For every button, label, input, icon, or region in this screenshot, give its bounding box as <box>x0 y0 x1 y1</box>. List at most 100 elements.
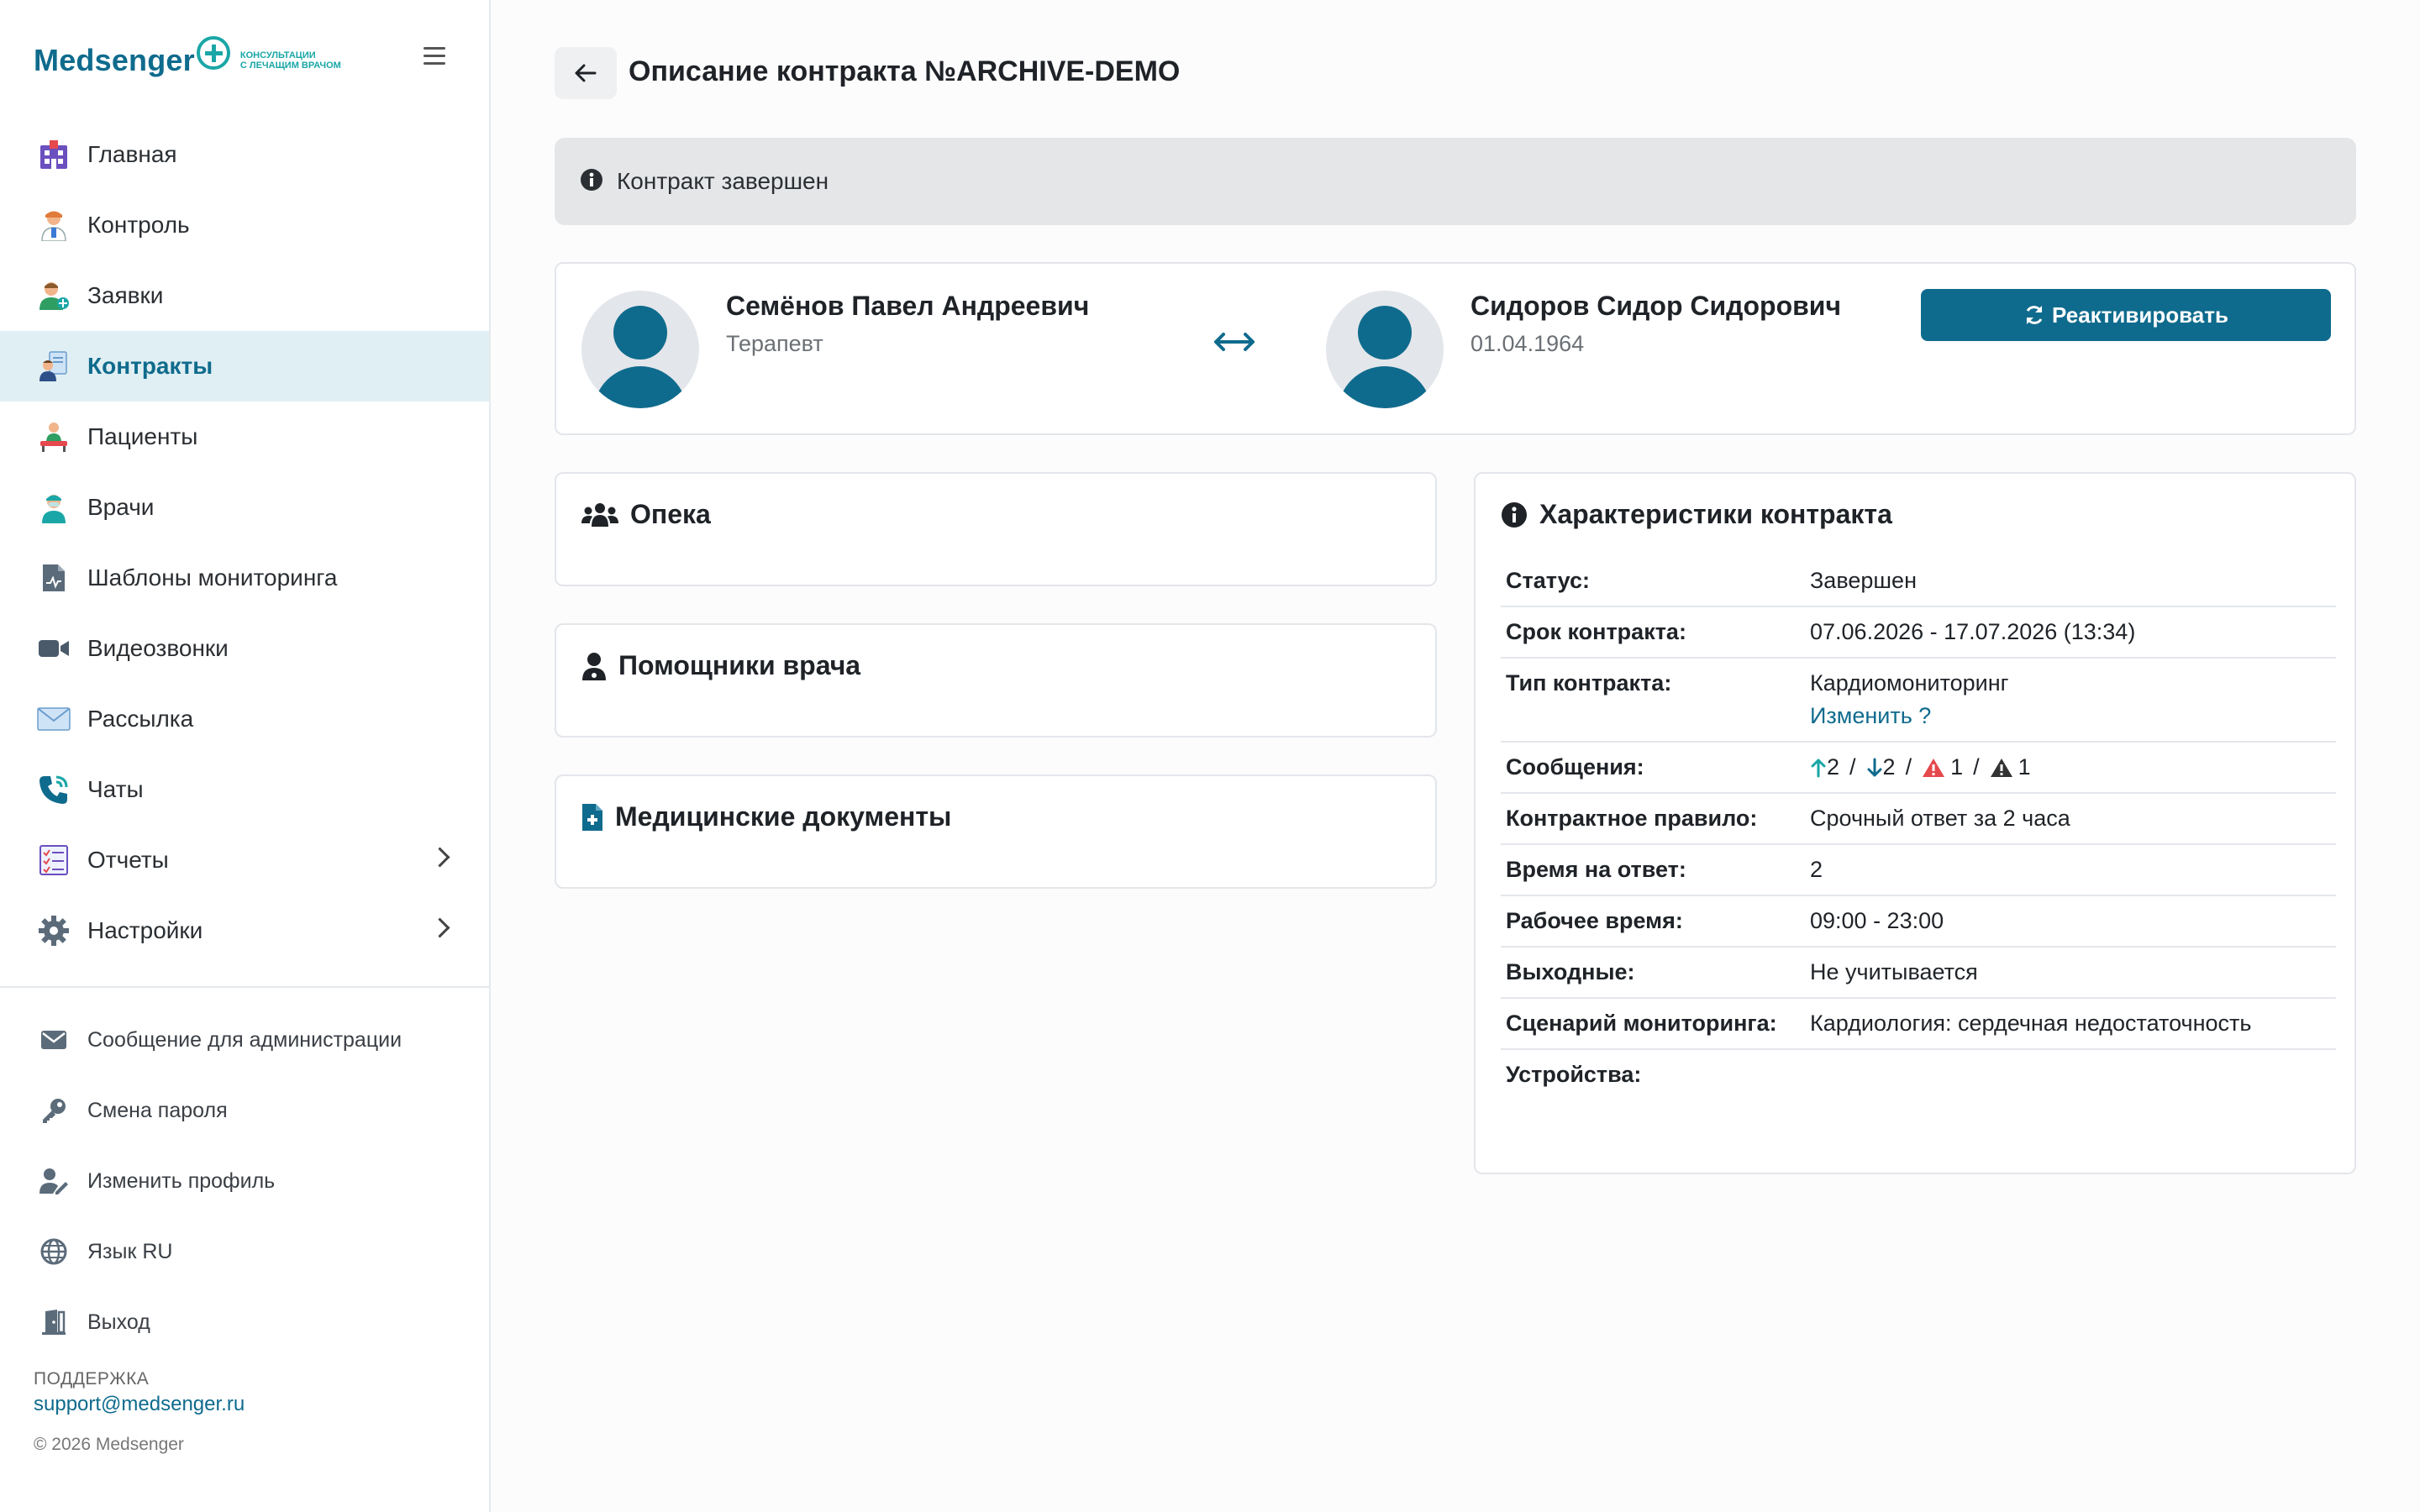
envelope-icon <box>37 702 71 736</box>
sidebar-item-label: Контракты <box>87 353 213 379</box>
guardianship-header[interactable]: Опека <box>581 499 711 530</box>
property-value-cell: Кардиомониторинг Изменить ? <box>1805 658 2336 743</box>
property-value: Не учитывается <box>1805 947 2336 999</box>
incoming-messages: 2 <box>1810 754 1839 780</box>
property-value-cell: 2 / 2 / 1 / 1 <box>1805 742 2336 794</box>
menu-toggle-icon[interactable] <box>424 47 445 66</box>
sidebar-item-admin-message[interactable]: Сообщение для администрации <box>0 1005 489 1075</box>
contract-parties-card: Семёнов Павел Андреевич Терапевт Сидоров… <box>555 262 2356 435</box>
warning-triangle-icon <box>1923 758 1945 777</box>
property-key: Рабочее время: <box>1501 895 1805 948</box>
main-nav: Главная Контроль Заявки Контракты Пациен… <box>0 119 489 966</box>
arrow-down-icon <box>1867 758 1882 776</box>
sidebar-item-home[interactable]: Главная <box>0 119 489 190</box>
properties-header: Характеристики контракта <box>1501 499 1892 530</box>
alert-messages: 1 <box>1990 754 2031 780</box>
sidebar-item-patients[interactable]: Пациенты <box>0 402 489 472</box>
guardianship-title: Опека <box>630 499 711 529</box>
user-add-icon <box>37 279 71 312</box>
patient-birthdate: 01.04.1964 <box>1470 331 1585 356</box>
sidebar-item-label: Отчеты <box>87 847 169 873</box>
arrow-up-icon <box>1811 759 1826 777</box>
sidebar: Medsenger КОНСУЛЬТАЦИИ С ЛЕЧАЩИМ ВРАЧОМ … <box>0 0 491 1512</box>
chevron-right-icon <box>429 917 450 938</box>
doctor-icon <box>37 208 71 242</box>
medical-documents-header[interactable]: Медицинские документы <box>581 801 951 832</box>
sidebar-item-mailing[interactable]: Рассылка <box>0 684 489 754</box>
contract-properties-card: Характеристики контракта Статус: Заверше… <box>1474 472 2356 1174</box>
property-value: Кардиомониторинг <box>1810 670 2009 696</box>
sidebar-item-doctors[interactable]: Врачи <box>0 472 489 543</box>
page-title: Описание контракта №ARCHIVE-DEMO <box>629 55 1181 87</box>
sidebar-item-label: Рассылка <box>87 706 194 732</box>
contract-icon <box>37 349 71 383</box>
sidebar-item-settings[interactable]: Настройки <box>0 895 489 966</box>
back-button[interactable] <box>555 47 617 99</box>
sidebar-item-label: Пациенты <box>87 423 198 449</box>
message-stats: 2 / 2 / 1 / 1 <box>1810 754 2331 780</box>
user-doctor-icon <box>581 652 607 680</box>
sidebar-item-label: Контроль <box>87 212 190 238</box>
property-row-messages: Сообщения: 2 / 2 / 1 / 1 <box>1501 742 2336 794</box>
property-row-work-hours: Рабочее время: 09:00 - 23:00 <box>1501 895 2336 948</box>
sidebar-item-requests[interactable]: Заявки <box>0 260 489 331</box>
property-value: Кардиология: сердечная недостаточность <box>1805 998 2336 1050</box>
separator: / <box>1973 754 1980 780</box>
key-icon <box>39 1095 69 1126</box>
doctor-avatar <box>581 291 699 408</box>
alert-count: 1 <box>2018 754 2031 780</box>
refresh-icon <box>2026 306 2043 324</box>
sidebar-item-label: Смена пароля <box>87 1098 228 1122</box>
incoming-count: 2 <box>1827 754 1840 780</box>
change-type-link[interactable]: Изменить ? <box>1810 703 2331 729</box>
property-key: Тип контракта: <box>1501 658 1805 743</box>
sidebar-item-label: Сообщение для администрации <box>87 1027 402 1052</box>
file-medical-icon <box>581 803 603 832</box>
property-row-type: Тип контракта: Кардиомониторинг Изменить… <box>1501 658 2336 743</box>
alert-text: Контракт завершен <box>617 168 829 194</box>
reactivate-button[interactable]: Реактивировать <box>1921 289 2331 341</box>
medical-documents-card: Медицинские документы <box>555 774 1437 889</box>
property-key: Срок контракта: <box>1501 606 1805 659</box>
sidebar-item-label: Видеозвонки <box>87 635 229 661</box>
sidebar-item-monitoring-templates[interactable]: Шаблоны мониторинга <box>0 543 489 613</box>
copyright: © 2026 Medsenger <box>34 1435 184 1454</box>
patient-name[interactable]: Сидоров Сидор Сидорович <box>1470 291 1841 322</box>
doctor-name[interactable]: Семёнов Павел Андреевич <box>726 291 1089 322</box>
sidebar-item-reports[interactable]: Отчеты <box>0 825 489 895</box>
support-email-link[interactable]: support@medsenger.ru <box>34 1393 245 1416</box>
separator: / <box>1905 754 1912 780</box>
property-row-devices: Устройства: <box>1501 1049 2336 1100</box>
checklist-icon <box>37 843 71 877</box>
sidebar-item-video-calls[interactable]: Видеозвонки <box>0 613 489 684</box>
sidebar-item-contracts[interactable]: Контракты <box>0 331 489 402</box>
brand-tagline-line2: С ЛЕЧАЩИМ ВРАЧОМ <box>239 60 341 71</box>
video-camera-icon <box>37 632 71 665</box>
outgoing-messages: 2 <box>1866 754 1896 780</box>
properties-table: Статус: Завершен Срок контракта: 07.06.2… <box>1501 556 2336 1100</box>
info-circle-icon <box>1501 501 1528 528</box>
sidebar-item-language[interactable]: Язык RU <box>0 1216 489 1287</box>
outgoing-count: 2 <box>1882 754 1896 780</box>
sidebar-item-label: Врачи <box>87 494 155 520</box>
sidebar-item-change-password[interactable]: Смена пароля <box>0 1075 489 1146</box>
brand-logo[interactable]: Medsenger КОНСУЛЬТАЦИИ С ЛЕЧАЩИМ ВРАЧОМ <box>34 35 341 86</box>
brand-tagline: КОНСУЛЬТАЦИИ С ЛЕЧАЩИМ ВРАЧОМ <box>240 50 341 71</box>
support-label: ПОДДЕРЖКА <box>34 1369 150 1389</box>
sidebar-item-logout[interactable]: Выход <box>0 1287 489 1357</box>
sidebar-item-edit-profile[interactable]: Изменить профиль <box>0 1146 489 1216</box>
sidebar-item-label: Шаблоны мониторинга <box>87 564 338 591</box>
assistants-header[interactable]: Помощники врача <box>581 650 860 681</box>
property-row-rule: Контрактное правило: Срочный ответ за 2 … <box>1501 793 2336 845</box>
sidebar-item-control[interactable]: Контроль <box>0 190 489 260</box>
separator: / <box>1849 754 1856 780</box>
property-value <box>1805 1049 2336 1100</box>
arrows-left-right-icon <box>1213 329 1255 359</box>
sidebar-item-chats[interactable]: Чаты <box>0 754 489 825</box>
property-row-scenario: Сценарий мониторинга: Кардиология: серде… <box>1501 998 2336 1050</box>
contract-status-alert: Контракт завершен <box>555 138 2356 225</box>
property-row-response-time: Время на ответ: 2 <box>1501 844 2336 896</box>
property-key: Сообщения: <box>1501 742 1805 794</box>
warning-triangle-icon <box>1990 758 2012 777</box>
gear-icon <box>37 914 71 948</box>
